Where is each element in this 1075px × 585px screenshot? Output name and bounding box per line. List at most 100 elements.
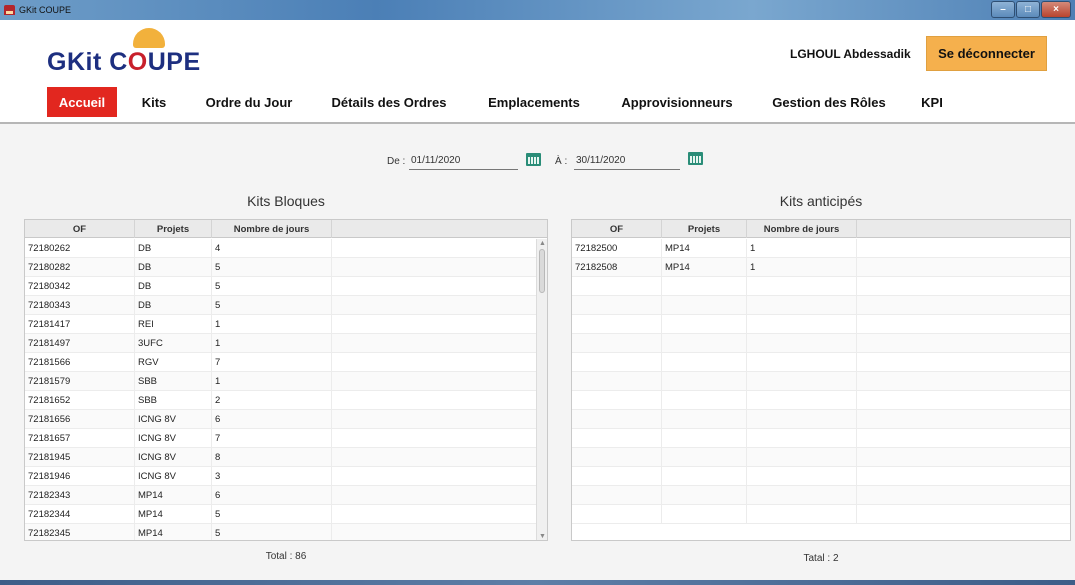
table-row[interactable]: 72182500 MP14 1: [572, 239, 1070, 258]
cell-nombre-de-jours: 1: [747, 239, 857, 258]
table-row[interactable]: 72180343 DB 5: [25, 296, 538, 315]
table-row[interactable]: [572, 391, 1070, 410]
to-date-input[interactable]: 30/11/2020: [574, 154, 680, 170]
cell-of: 72180262: [25, 239, 135, 258]
cell-of: 72180343: [25, 296, 135, 315]
vertical-scrollbar[interactable]: ▲ ▼: [536, 239, 547, 540]
nav-item-kpi[interactable]: KPI: [914, 87, 950, 117]
from-date-input[interactable]: 01/11/2020: [409, 154, 518, 170]
cell-empty: [572, 505, 662, 524]
table-row[interactable]: [572, 372, 1070, 391]
table-row[interactable]: 72182508 MP14 1: [572, 258, 1070, 277]
column-header-of[interactable]: OF: [25, 220, 135, 238]
cell-empty: [572, 353, 662, 372]
cell-empty: [332, 315, 538, 334]
scrollbar-thumb[interactable]: [539, 249, 545, 293]
table-row[interactable]: [572, 277, 1070, 296]
cell-projet: ICNG 8V: [135, 429, 212, 448]
scroll-up-icon[interactable]: ▲: [539, 240, 546, 247]
cell-empty: [662, 410, 747, 429]
table-row[interactable]: 72181579 SBB 1: [25, 372, 538, 391]
column-header-projets[interactable]: Projets: [662, 220, 747, 238]
user-name: LGHOUL Abdessadik: [790, 47, 911, 61]
nav-item-approvisionneurs[interactable]: Approvisionneurs: [611, 87, 743, 117]
table-row[interactable]: [572, 429, 1070, 448]
cell-empty: [572, 372, 662, 391]
window-titlebar: GKit COUPE – □ ×: [0, 0, 1075, 20]
table-row[interactable]: [572, 353, 1070, 372]
table-row[interactable]: 72181656 ICNG 8V 6: [25, 410, 538, 429]
table-row[interactable]: [572, 315, 1070, 334]
table-row[interactable]: 72180262 DB 4: [25, 239, 538, 258]
cell-nombre-de-jours: 1: [747, 258, 857, 277]
calendar-icon[interactable]: [526, 153, 541, 166]
cell-projet: 3UFC: [135, 334, 212, 353]
cell-of: 72181945: [25, 448, 135, 467]
minimize-button[interactable]: –: [991, 1, 1015, 18]
cell-empty: [857, 486, 1070, 505]
table-row[interactable]: 72181566 RGV 7: [25, 353, 538, 372]
table-row[interactable]: [572, 486, 1070, 505]
maximize-button[interactable]: □: [1016, 1, 1040, 18]
table-row[interactable]: [572, 296, 1070, 315]
cell-nombre-de-jours: 5: [212, 277, 332, 296]
table-row[interactable]: 72182344 MP14 5: [25, 505, 538, 524]
cell-nombre-de-jours: 4: [212, 239, 332, 258]
calendar-icon[interactable]: [688, 152, 703, 165]
table-row[interactable]: 72181946 ICNG 8V 3: [25, 467, 538, 486]
table-row[interactable]: 72181652 SBB 2: [25, 391, 538, 410]
taskbar: [0, 580, 1075, 585]
cell-empty: [572, 429, 662, 448]
cell-empty: [747, 429, 857, 448]
table-row[interactable]: [572, 448, 1070, 467]
column-header-projets[interactable]: Projets: [135, 220, 212, 238]
cell-projet: REI: [135, 315, 212, 334]
app-logo: GKit COUPE: [47, 48, 201, 77]
cell-of: 72181657: [25, 429, 135, 448]
column-header-nombre-de-jours[interactable]: Nombre de jours: [747, 220, 857, 238]
table-row[interactable]: 72180342 DB 5: [25, 277, 538, 296]
table-row[interactable]: 72181945 ICNG 8V 8: [25, 448, 538, 467]
table-row[interactable]: [572, 467, 1070, 486]
table-row[interactable]: 72180282 DB 5: [25, 258, 538, 277]
cell-empty: [662, 353, 747, 372]
table-row[interactable]: [572, 334, 1070, 353]
cell-empty: [332, 277, 538, 296]
column-header-nombre-de-jours[interactable]: Nombre de jours: [212, 220, 332, 238]
cell-empty: [332, 410, 538, 429]
table-row[interactable]: [572, 505, 1070, 524]
cell-of: 72181946: [25, 467, 135, 486]
nav-item-emplacements[interactable]: Emplacements: [476, 87, 592, 117]
nav-item-accueil[interactable]: Accueil: [47, 87, 117, 117]
table-row[interactable]: 72182343 MP14 6: [25, 486, 538, 505]
cell-nombre-de-jours: 6: [212, 486, 332, 505]
cell-nombre-de-jours: 7: [212, 429, 332, 448]
kits-anticipes-total: Tatal : 2: [803, 553, 839, 564]
nav-item-gestion-des-roles[interactable]: Gestion des Rôles: [763, 87, 895, 117]
cell-of: 72181497: [25, 334, 135, 353]
scroll-down-icon[interactable]: ▼: [539, 533, 546, 540]
cell-empty: [747, 277, 857, 296]
cell-empty: [332, 258, 538, 277]
nav-item-details-des-ordres[interactable]: Détails des Ordres: [323, 87, 455, 117]
kits-anticipes-title: Kits anticipés: [779, 193, 863, 209]
cell-of: 72181656: [25, 410, 135, 429]
cell-empty: [662, 429, 747, 448]
cell-empty: [857, 334, 1070, 353]
table-row[interactable]: [572, 410, 1070, 429]
table-row[interactable]: 72181417 REI 1: [25, 315, 538, 334]
logout-button[interactable]: Se déconnecter: [926, 36, 1047, 71]
table-row[interactable]: 72181657 ICNG 8V 7: [25, 429, 538, 448]
cell-projet: ICNG 8V: [135, 467, 212, 486]
cell-empty: [572, 296, 662, 315]
cell-empty: [332, 372, 538, 391]
cell-projet: DB: [135, 296, 212, 315]
table-row[interactable]: 72181497 3UFC 1: [25, 334, 538, 353]
nav-item-kits[interactable]: Kits: [136, 87, 172, 117]
column-header-of[interactable]: OF: [572, 220, 662, 238]
nav-item-ordre-du-jour[interactable]: Ordre du Jour: [196, 87, 302, 117]
cell-empty: [662, 315, 747, 334]
table-row[interactable]: 72182345 MP14 5: [25, 524, 538, 540]
close-button[interactable]: ×: [1041, 1, 1071, 18]
cell-empty: [332, 429, 538, 448]
